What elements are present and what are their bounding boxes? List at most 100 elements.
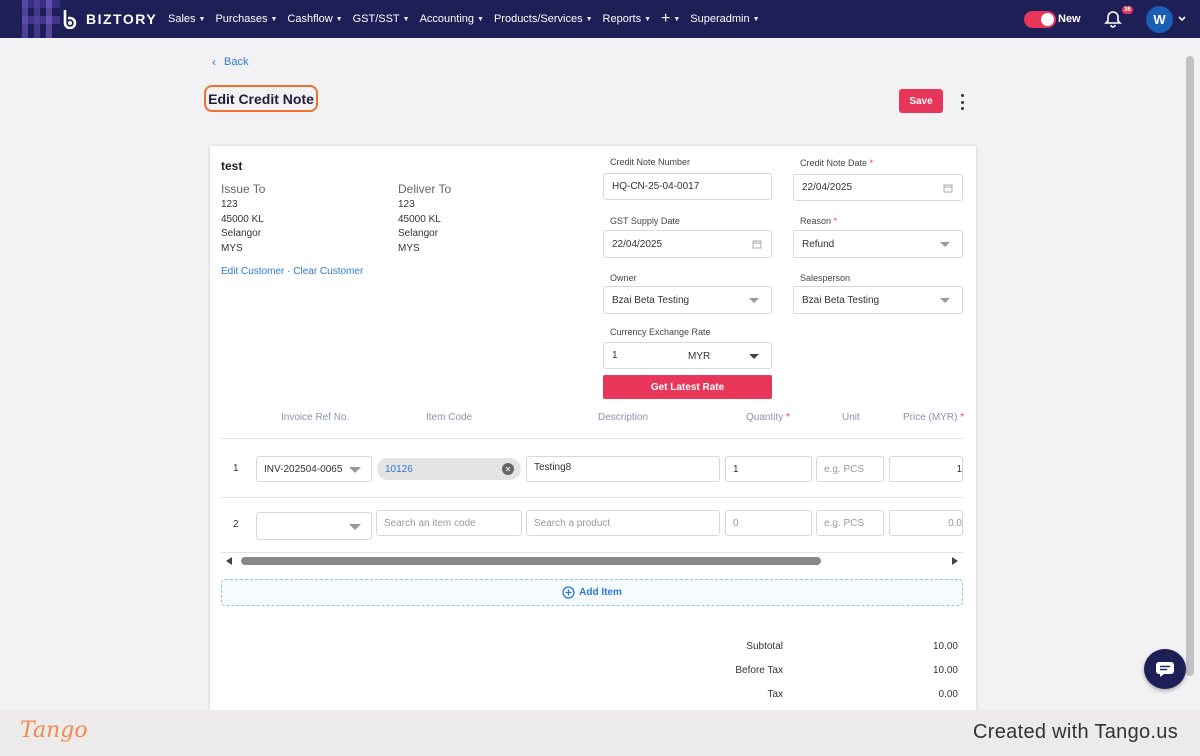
nav-item-reports[interactable]: Reports ▼ xyxy=(603,13,651,25)
page-title-highlight: Edit Credit Note xyxy=(204,85,318,112)
column-header-unit: Unit xyxy=(842,412,860,423)
reason-select[interactable]: Refund xyxy=(793,230,963,258)
add-item-button[interactable]: Add Item xyxy=(221,579,963,606)
divider xyxy=(221,497,963,498)
table-horizontal-scrollbar[interactable] xyxy=(221,554,963,568)
back-link[interactable]: ‹ Back xyxy=(212,55,248,69)
nav-item-accounting[interactable]: Accounting ▼ xyxy=(420,13,484,25)
deliver-to-block: Deliver To 123 45000 KL Selangor MYS xyxy=(398,182,451,256)
user-avatar[interactable]: W xyxy=(1146,6,1173,33)
column-header-invoice-ref: Invoice Ref No. xyxy=(281,412,350,423)
item-code-placeholder: Search an item code xyxy=(384,517,476,529)
toggle-label: New xyxy=(1058,13,1081,25)
owner-label: Owner xyxy=(610,273,637,283)
nav-item-purchases[interactable]: Purchases ▼ xyxy=(215,13,277,25)
unit-input[interactable]: e.g. PCS xyxy=(816,510,884,536)
page-scrollbar[interactable] xyxy=(1186,56,1194,676)
brand-name[interactable]: BIZTORY xyxy=(86,11,157,27)
salesperson-select[interactable]: Bzai Beta Testing xyxy=(793,286,963,314)
clear-icon[interactable]: ✕ xyxy=(502,463,514,475)
owner-select[interactable]: Bzai Beta Testing xyxy=(603,286,772,314)
currency-select[interactable]: MYR xyxy=(688,351,710,362)
notification-count-badge: 36 xyxy=(1122,6,1133,14)
new-ui-toggle[interactable] xyxy=(1024,11,1056,28)
scrollbar-thumb[interactable] xyxy=(241,557,821,565)
chevron-down-icon: ▼ xyxy=(673,15,681,23)
currency-rate-label: Currency Exchange Rate xyxy=(610,327,711,337)
chat-support-button[interactable] xyxy=(1144,649,1186,689)
chevron-down-icon: ▼ xyxy=(198,15,206,23)
nav-item-cashflow[interactable]: Cashflow ▼ xyxy=(287,13,342,25)
subtotal-value: 10.00 xyxy=(932,641,958,652)
caret-down-icon xyxy=(940,298,950,303)
address-line: 123 xyxy=(398,199,415,210)
caret-down-icon xyxy=(749,298,759,303)
nav-item-sales[interactable]: Sales ▼ xyxy=(168,13,205,25)
top-navbar: BIZTORY Sales ▼ Purchases ▼ Cashflow ▼ GST/… xyxy=(0,0,1200,38)
tax-value: 0.00 xyxy=(938,689,958,700)
scroll-left-icon[interactable] xyxy=(226,557,232,565)
chevron-down-icon: ▼ xyxy=(335,15,343,23)
quantity-input[interactable]: 0 xyxy=(725,510,812,536)
clear-customer-link[interactable]: Clear Customer xyxy=(293,266,363,277)
item-code-value: 10126 xyxy=(385,463,413,475)
chevron-down-icon[interactable] xyxy=(1177,14,1187,24)
price-input[interactable]: 1 xyxy=(889,456,963,482)
address-line: MYS xyxy=(398,242,420,254)
nav-item-gst-sst[interactable]: GST/SST ▼ xyxy=(353,13,410,25)
currency-rate-input[interactable]: 1 MYR xyxy=(603,342,772,369)
caret-down-icon xyxy=(349,524,361,530)
gst-supply-date-input[interactable]: 22/04/2025 xyxy=(603,230,772,258)
invoice-ref-select[interactable] xyxy=(256,512,372,540)
price-input[interactable]: 0.0 xyxy=(889,510,963,536)
product-search-input[interactable]: Search a product xyxy=(526,510,720,536)
address-line: 45000 KL xyxy=(221,213,264,225)
calendar-icon[interactable] xyxy=(943,183,953,193)
unit-input[interactable]: e.g. PCS xyxy=(816,456,884,482)
currency-rate-value: 1 xyxy=(612,350,618,361)
issue-to-title: Issue To xyxy=(221,182,266,196)
description-input[interactable]: Testing8 xyxy=(526,456,720,482)
calendar-icon[interactable] xyxy=(752,239,762,249)
quantity-value: 1 xyxy=(733,463,739,475)
column-header-price: Price (MYR) * xyxy=(903,412,965,423)
reason-value: Refund xyxy=(802,238,835,250)
biztory-logo-icon[interactable] xyxy=(62,9,80,29)
credit-note-number-input[interactable]: HQ-CN-25-04-0017 xyxy=(603,173,772,200)
nav-item-create-plus[interactable]: + ▼ xyxy=(661,10,680,28)
chevron-down-icon: ▼ xyxy=(402,15,410,23)
save-button[interactable]: Save xyxy=(899,89,943,113)
more-options-icon[interactable] xyxy=(956,94,968,110)
credit-note-date-input[interactable]: 22/04/2025 xyxy=(793,174,963,201)
address-line: MYS xyxy=(221,242,243,254)
edit-customer-link[interactable]: Edit Customer xyxy=(221,266,284,277)
address-line: Selangor xyxy=(221,228,262,239)
chevron-left-icon: ‹ xyxy=(212,55,216,69)
invoice-ref-select[interactable]: INV-202504-0065 xyxy=(256,456,372,482)
unit-placeholder: e.g. PCS xyxy=(824,517,865,529)
chevron-down-icon: ▼ xyxy=(644,15,652,23)
main-nav: Sales ▼ Purchases ▼ Cashflow ▼ GST/SST ▼ Acc… xyxy=(168,0,770,38)
bell-icon[interactable] xyxy=(1104,10,1122,28)
logo-mosaic-decoration xyxy=(22,0,60,38)
quantity-input[interactable]: 1 xyxy=(725,456,812,482)
customer-name: test xyxy=(221,159,243,173)
address-line: 45000 KL xyxy=(398,213,441,225)
nav-item-superadmin[interactable]: Superadmin ▼ xyxy=(690,13,759,25)
deliver-to-title: Deliver To xyxy=(398,182,452,196)
divider xyxy=(221,438,963,439)
item-code-search-input[interactable]: Search an item code xyxy=(376,510,522,536)
credit-note-date-label: Credit Note Date * xyxy=(800,158,874,168)
before-tax-label: Before Tax xyxy=(735,665,783,676)
get-latest-rate-button[interactable]: Get Latest Rate xyxy=(603,375,772,399)
nav-item-products-services[interactable]: Products/Services ▼ xyxy=(494,13,593,25)
scroll-right-icon[interactable] xyxy=(952,557,958,565)
chat-icon xyxy=(1156,662,1174,677)
back-label: Back xyxy=(224,56,249,68)
salesperson-label: Salesperson xyxy=(800,273,851,283)
add-item-label: Add Item xyxy=(579,587,622,598)
item-code-chip[interactable]: 10126 ✕ xyxy=(377,458,521,480)
row-number: 1 xyxy=(233,463,239,474)
tax-label: Tax xyxy=(767,689,783,700)
quantity-placeholder: 0 xyxy=(733,517,739,529)
